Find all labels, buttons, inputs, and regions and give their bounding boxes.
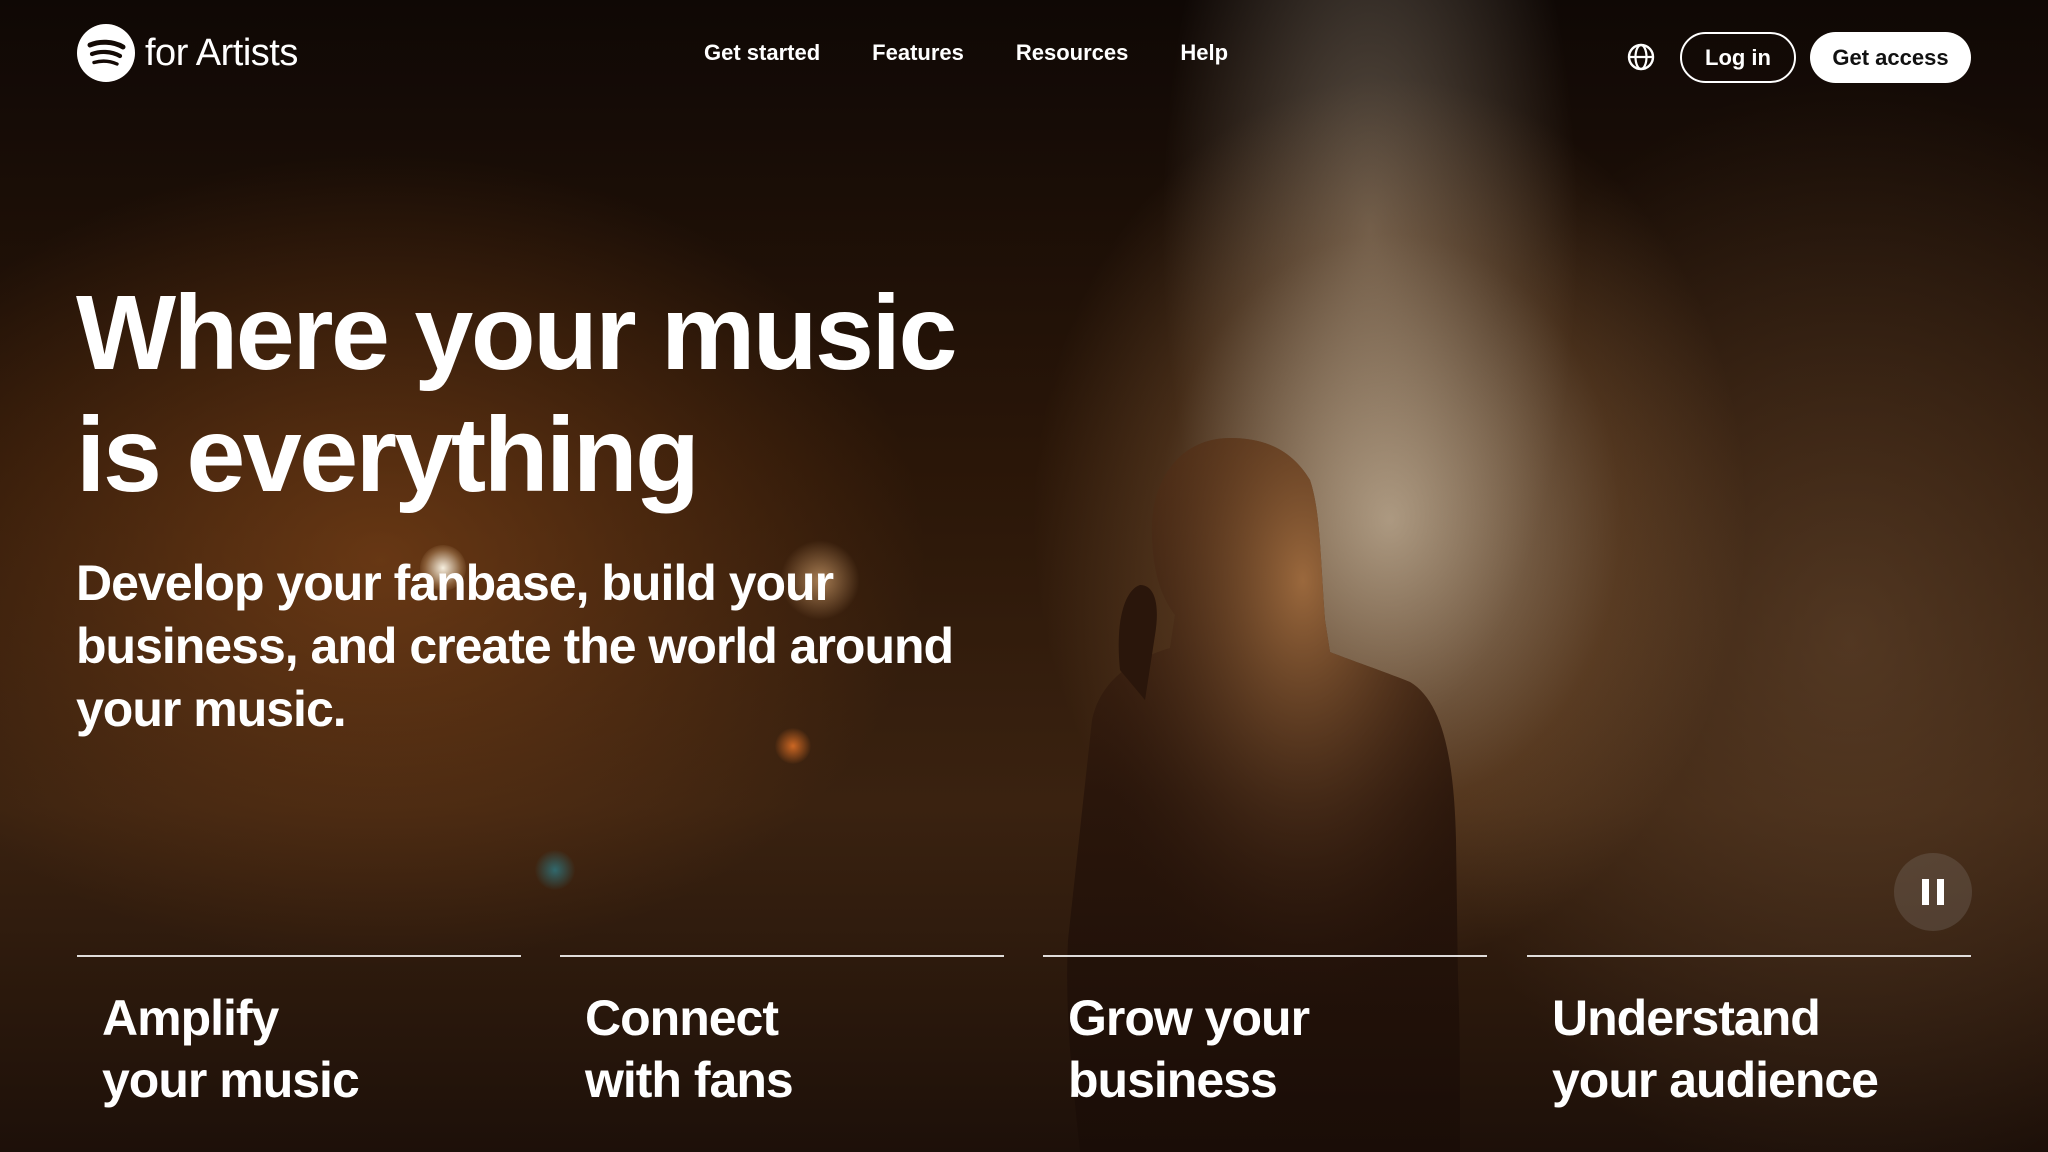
hero-subtitle-line: Develop your fanbase, build your: [76, 555, 834, 611]
hero-subtitle: Develop your fanbase, build your busines…: [76, 552, 976, 741]
globe-icon[interactable]: [1626, 42, 1656, 72]
feature-tab-label: Grow your business: [1068, 987, 1310, 1111]
feature-tab-connect[interactable]: Connect with fans: [560, 955, 1004, 1152]
pause-icon: [1922, 879, 1944, 905]
hero-title: Where your music is everything: [76, 272, 1076, 516]
video-pause-button[interactable]: [1894, 853, 1972, 931]
feature-tab-line: Amplify: [102, 990, 279, 1046]
site-header: for Artists Get started Features Resourc…: [0, 0, 2048, 116]
hero-subtitle-line: business, and create the world around: [76, 618, 954, 674]
feature-tab-line: Understand: [1552, 990, 1821, 1046]
feature-tabs: Amplify your music Connect with fans Gro…: [77, 955, 1971, 1152]
hero-stage: for Artists Get started Features Resourc…: [0, 0, 2048, 1152]
hero-title-line: Where your music: [76, 274, 957, 392]
feature-tab-label: Understand your audience: [1552, 987, 1879, 1111]
spotify-logo-icon: [77, 24, 135, 82]
feature-tab-amplify[interactable]: Amplify your music: [77, 955, 521, 1152]
main-nav: Get started Features Resources Help: [704, 40, 1228, 66]
get-access-button[interactable]: Get access: [1810, 32, 1971, 83]
nav-item-resources[interactable]: Resources: [1016, 40, 1129, 66]
brand-logo[interactable]: for Artists: [77, 23, 298, 83]
hero-subtitle-line: your music.: [76, 681, 347, 737]
feature-tab-label: Amplify your music: [102, 987, 360, 1111]
feature-tab-line: Grow your: [1068, 990, 1310, 1046]
stage-light-flare: [535, 850, 575, 890]
feature-tab-line: with fans: [585, 1052, 794, 1108]
feature-tab-line: business: [1068, 1052, 1278, 1108]
login-button[interactable]: Log in: [1680, 32, 1796, 83]
feature-tab-line: your audience: [1552, 1052, 1879, 1108]
brand-text: for Artists: [145, 31, 298, 74]
feature-tab-label: Connect with fans: [585, 987, 794, 1111]
feature-tab-understand[interactable]: Understand your audience: [1527, 955, 1971, 1152]
nav-item-features[interactable]: Features: [872, 40, 964, 66]
feature-tab-line: your music: [102, 1052, 360, 1108]
hero-title-line: is everything: [76, 396, 700, 514]
feature-tab-line: Connect: [585, 990, 779, 1046]
nav-item-help[interactable]: Help: [1180, 40, 1228, 66]
nav-item-get-started[interactable]: Get started: [704, 40, 820, 66]
feature-tab-grow[interactable]: Grow your business: [1043, 955, 1487, 1152]
